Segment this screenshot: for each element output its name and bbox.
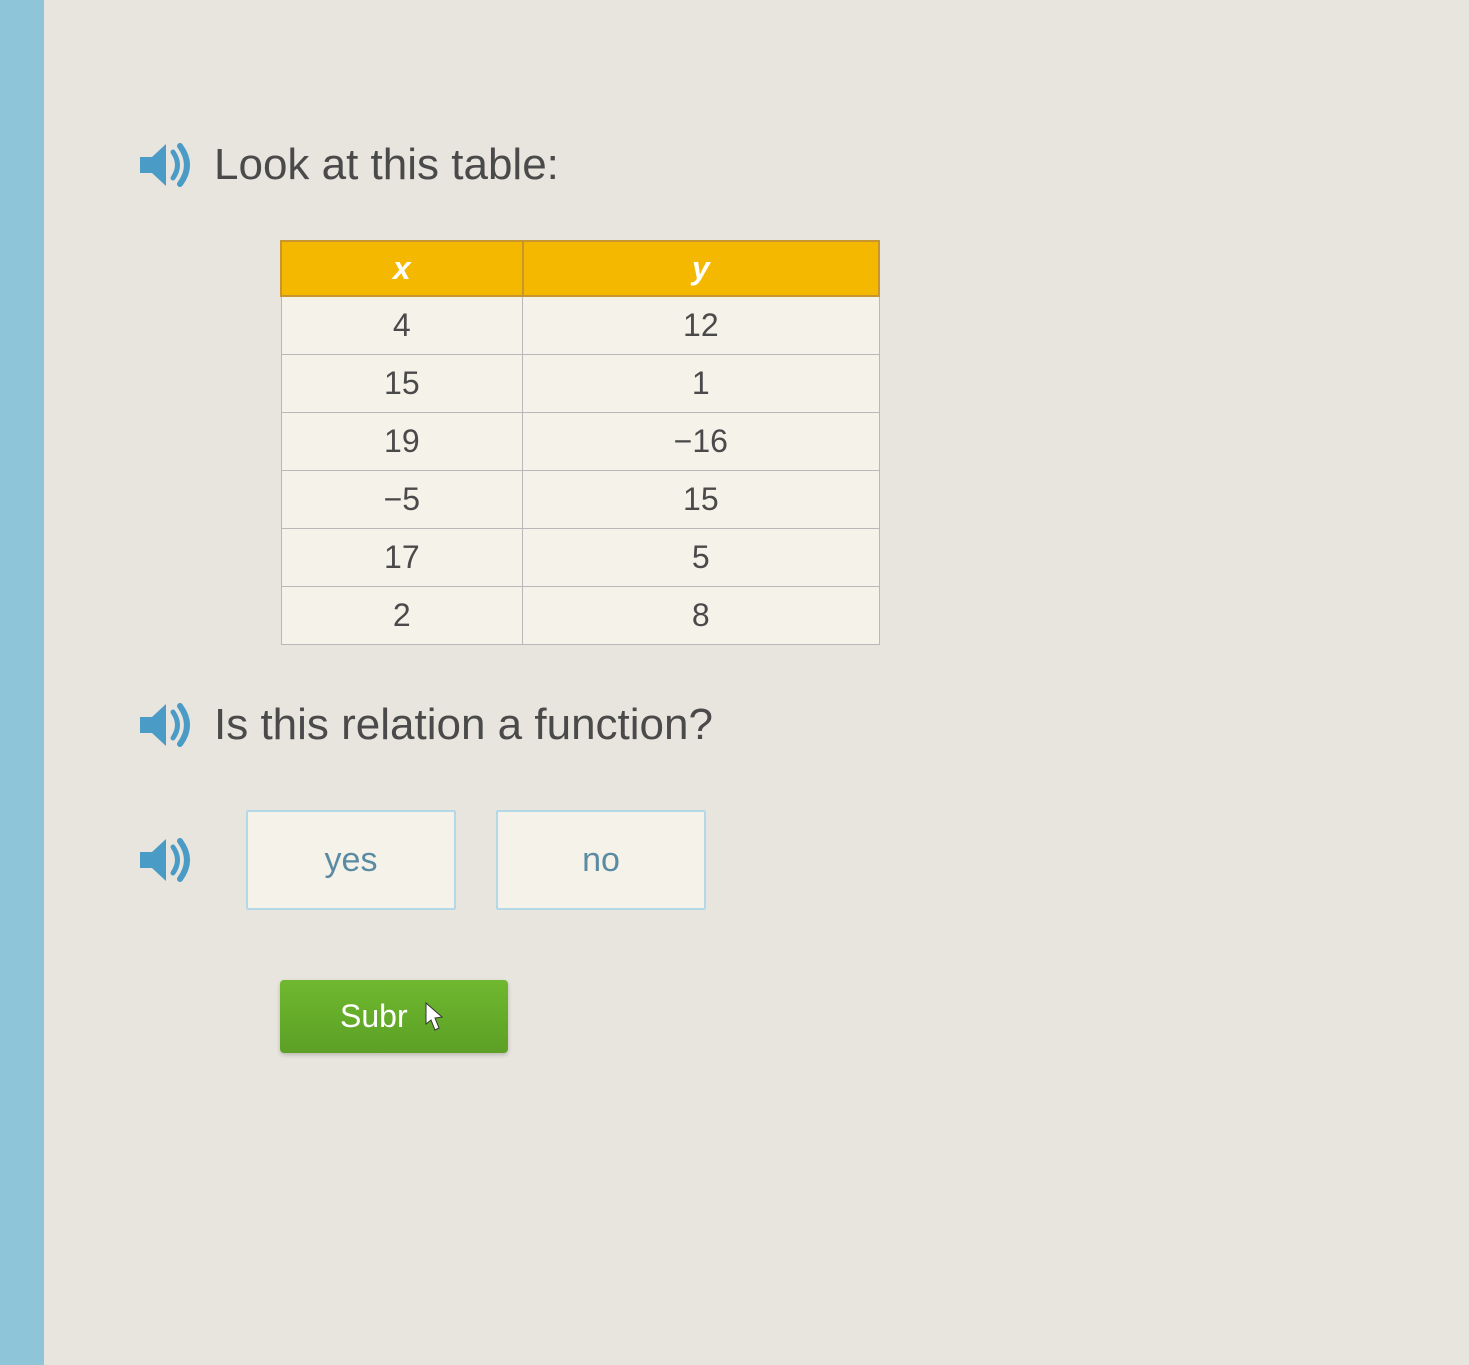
prompt-line-1: Look at this table: bbox=[140, 140, 1080, 190]
prompt-line-2: Is this relation a function? bbox=[140, 700, 1080, 750]
option-no-button[interactable]: no bbox=[496, 810, 706, 910]
speaker-icon[interactable] bbox=[140, 702, 196, 748]
table-cell: −16 bbox=[523, 413, 879, 471]
table-header-y: y bbox=[523, 241, 879, 296]
table-cell: −5 bbox=[281, 471, 523, 529]
table-header-x: x bbox=[281, 241, 523, 296]
data-table: x y 4 12 15 1 19 −16 −5 bbox=[280, 240, 880, 645]
table-cell: 17 bbox=[281, 529, 523, 587]
speaker-icon[interactable] bbox=[140, 837, 196, 883]
table-row: −5 15 bbox=[281, 471, 879, 529]
table-header-row: x y bbox=[281, 241, 879, 296]
table-row: 4 12 bbox=[281, 296, 879, 355]
table-cell: 1 bbox=[523, 355, 879, 413]
table-cell: 5 bbox=[523, 529, 879, 587]
option-yes-button[interactable]: yes bbox=[246, 810, 456, 910]
cursor-icon bbox=[418, 1000, 448, 1034]
table-cell: 19 bbox=[281, 413, 523, 471]
table-cell: 15 bbox=[281, 355, 523, 413]
table-cell: 15 bbox=[523, 471, 879, 529]
data-table-wrap: x y 4 12 15 1 19 −16 −5 bbox=[280, 240, 1080, 645]
table-cell: 4 bbox=[281, 296, 523, 355]
submit-button[interactable]: Subr bbox=[280, 980, 508, 1053]
prompt-text-1: Look at this table: bbox=[214, 140, 559, 190]
table-cell: 2 bbox=[281, 587, 523, 645]
table-row: 17 5 bbox=[281, 529, 879, 587]
table-row: 19 −16 bbox=[281, 413, 879, 471]
table-cell: 8 bbox=[523, 587, 879, 645]
submit-label: Subr bbox=[340, 998, 408, 1035]
prompt-text-2: Is this relation a function? bbox=[214, 700, 713, 750]
submit-row: Subr bbox=[280, 980, 1080, 1053]
table-cell: 12 bbox=[523, 296, 879, 355]
answer-options: yes no bbox=[140, 810, 1080, 910]
table-row: 2 8 bbox=[281, 587, 879, 645]
table-row: 15 1 bbox=[281, 355, 879, 413]
speaker-icon[interactable] bbox=[140, 142, 196, 188]
question-content: Look at this table: x y 4 12 15 1 bbox=[60, 40, 1160, 1093]
